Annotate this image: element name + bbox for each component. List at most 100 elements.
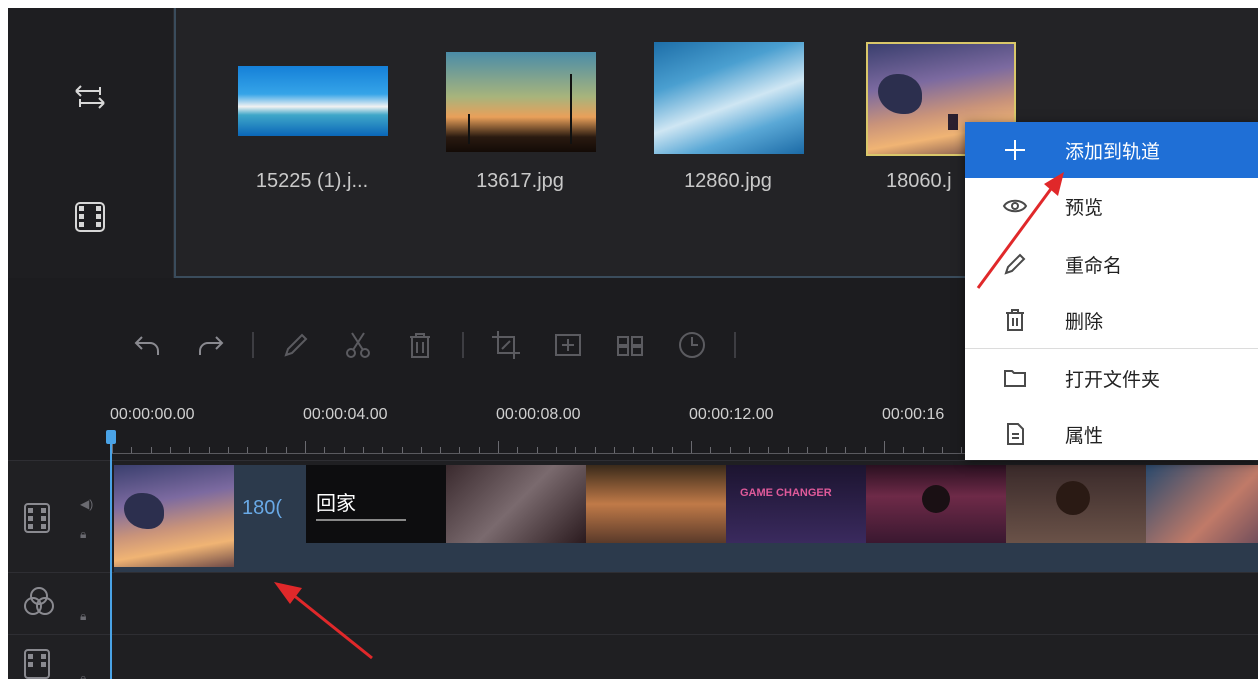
media-thumbnail: [446, 52, 596, 152]
video-track-body: 180( 回家 GAME CHANGER: [112, 461, 1258, 575]
timeline-clip[interactable]: [866, 465, 1006, 543]
timeline-clip-18060[interactable]: [114, 465, 234, 567]
ruler-tick: [247, 447, 249, 453]
timeline-clip[interactable]: [1006, 465, 1146, 543]
ruler-tick: [478, 447, 480, 453]
trash-icon: [965, 307, 1065, 333]
film-icon: [22, 501, 52, 540]
timeline-clip[interactable]: [586, 465, 726, 543]
clip-name-label: 180(: [242, 497, 283, 519]
ruler-tick: [459, 447, 461, 453]
menu-item-delete[interactable]: 删除: [965, 292, 1258, 348]
media-thumbnail: [238, 66, 388, 136]
ruler-tick: [633, 447, 635, 453]
undo-icon[interactable]: [128, 325, 168, 365]
playhead[interactable]: [110, 432, 112, 679]
plus-icon: [965, 137, 1065, 163]
pencil-icon[interactable]: [276, 325, 316, 365]
timeline-clip[interactable]: GAME CHANGER: [726, 465, 866, 543]
effects-track: 🔒︎: [8, 572, 1258, 634]
ruler-tick: [903, 447, 905, 453]
timeline-clip[interactable]: 回家: [306, 465, 446, 543]
menu-item-properties[interactable]: 属性: [965, 406, 1258, 462]
time-mark: 00:00:12.00: [689, 406, 774, 423]
ruler-tick: [517, 447, 519, 453]
folder-icon: [965, 365, 1065, 391]
ruler-tick: [729, 447, 731, 453]
ruler-tick: [498, 441, 499, 453]
menu-item-label: 打开文件夹: [1065, 369, 1161, 391]
ruler-tick: [671, 447, 673, 453]
video-track: ◀) 🔒︎ 180( 回家 GAME CHANGER: [8, 460, 1258, 575]
split-icon[interactable]: [548, 325, 588, 365]
ruler-tick: [594, 447, 596, 453]
menu-item-open-folder[interactable]: 打开文件夹: [965, 350, 1258, 406]
toolbar-divider: [734, 332, 736, 358]
ruler-tick: [189, 447, 191, 453]
film-icon[interactable]: [60, 192, 120, 242]
menu-item-rename[interactable]: 重命名: [965, 236, 1258, 292]
effects-track-body[interactable]: [112, 573, 1258, 634]
ruler-tick: [382, 447, 384, 453]
media-filename: 12860.jpg: [684, 170, 772, 192]
ruler-tick: [613, 447, 615, 453]
ruler-tick: [884, 441, 885, 453]
swap-arrows-icon[interactable]: [60, 72, 120, 122]
clip-title-text: 回家: [316, 493, 356, 515]
media-item[interactable]: 13617.jpg: [440, 42, 600, 202]
effects-track-header: 🔒︎: [8, 573, 110, 634]
ruler-tick: [208, 447, 210, 453]
ruler-tick: [710, 447, 712, 453]
menu-item-label: 删除: [1065, 311, 1104, 333]
video-track-2-header: 🔒︎: [8, 635, 110, 679]
ruler-tick: [941, 447, 943, 453]
time-mark: 00:00:08.00: [496, 406, 581, 423]
timeline-clip[interactable]: [1146, 465, 1258, 543]
media-filename: 13617.jpg: [476, 170, 564, 192]
ruler-tick: [691, 441, 692, 453]
ruler-tick: [285, 447, 287, 453]
clip-game-text: GAME CHANGER: [740, 487, 832, 499]
crop-icon[interactable]: [486, 325, 526, 365]
ruler-tick: [555, 447, 557, 453]
video-track-header: ◀) 🔒︎: [8, 461, 110, 572]
clock-icon[interactable]: [672, 325, 712, 365]
ruler-tick: [440, 447, 442, 453]
menu-item-preview[interactable]: 预览: [965, 178, 1258, 234]
lock-icon[interactable]: 🔒︎: [80, 671, 86, 679]
menu-divider: [965, 348, 1258, 349]
ruler-tick: [768, 447, 770, 453]
ruler-tick: [961, 447, 963, 453]
media-item[interactable]: 15225 (1).j...: [232, 42, 392, 202]
library-sidebar: [8, 8, 174, 278]
ruler-tick: [575, 447, 577, 453]
menu-item-add-to-track[interactable]: 添加到轨道: [965, 122, 1258, 178]
redo-icon[interactable]: [190, 325, 230, 365]
playhead-handle[interactable]: [106, 430, 116, 444]
toolbar-divider: [252, 332, 254, 358]
lock-icon[interactable]: 🔒︎: [80, 527, 86, 542]
clip-strip[interactable]: 180( 回家 GAME CHANGER: [114, 465, 1258, 575]
media-item[interactable]: 12860.jpg: [648, 42, 808, 202]
ruler-tick: [227, 447, 229, 453]
toolbar-divider: [462, 332, 464, 358]
trash-icon[interactable]: [400, 325, 440, 365]
ruler-tick: [169, 447, 171, 453]
timeline-clip[interactable]: [446, 465, 586, 543]
ruler-tick: [362, 447, 364, 453]
video-track-2-body[interactable]: [112, 635, 1258, 679]
speaker-icon[interactable]: ◀): [80, 497, 93, 511]
context-menu: 添加到轨道 预览 重命名 删除 打开文件夹 属性: [965, 122, 1258, 460]
ruler-tick: [806, 447, 808, 453]
ruler-tick: [536, 447, 538, 453]
menu-item-label: 添加到轨道: [1065, 141, 1161, 163]
edit-toolbar: [128, 320, 736, 370]
lock-icon[interactable]: 🔒︎: [80, 609, 86, 624]
menu-item-label: 预览: [1065, 197, 1104, 219]
mosaic-icon[interactable]: [610, 325, 650, 365]
pencil-icon: [965, 251, 1065, 277]
video-track-2: 🔒︎: [8, 634, 1258, 679]
scissors-icon[interactable]: [338, 325, 378, 365]
ruler-tick: [826, 447, 828, 453]
ruler-tick: [787, 447, 789, 453]
